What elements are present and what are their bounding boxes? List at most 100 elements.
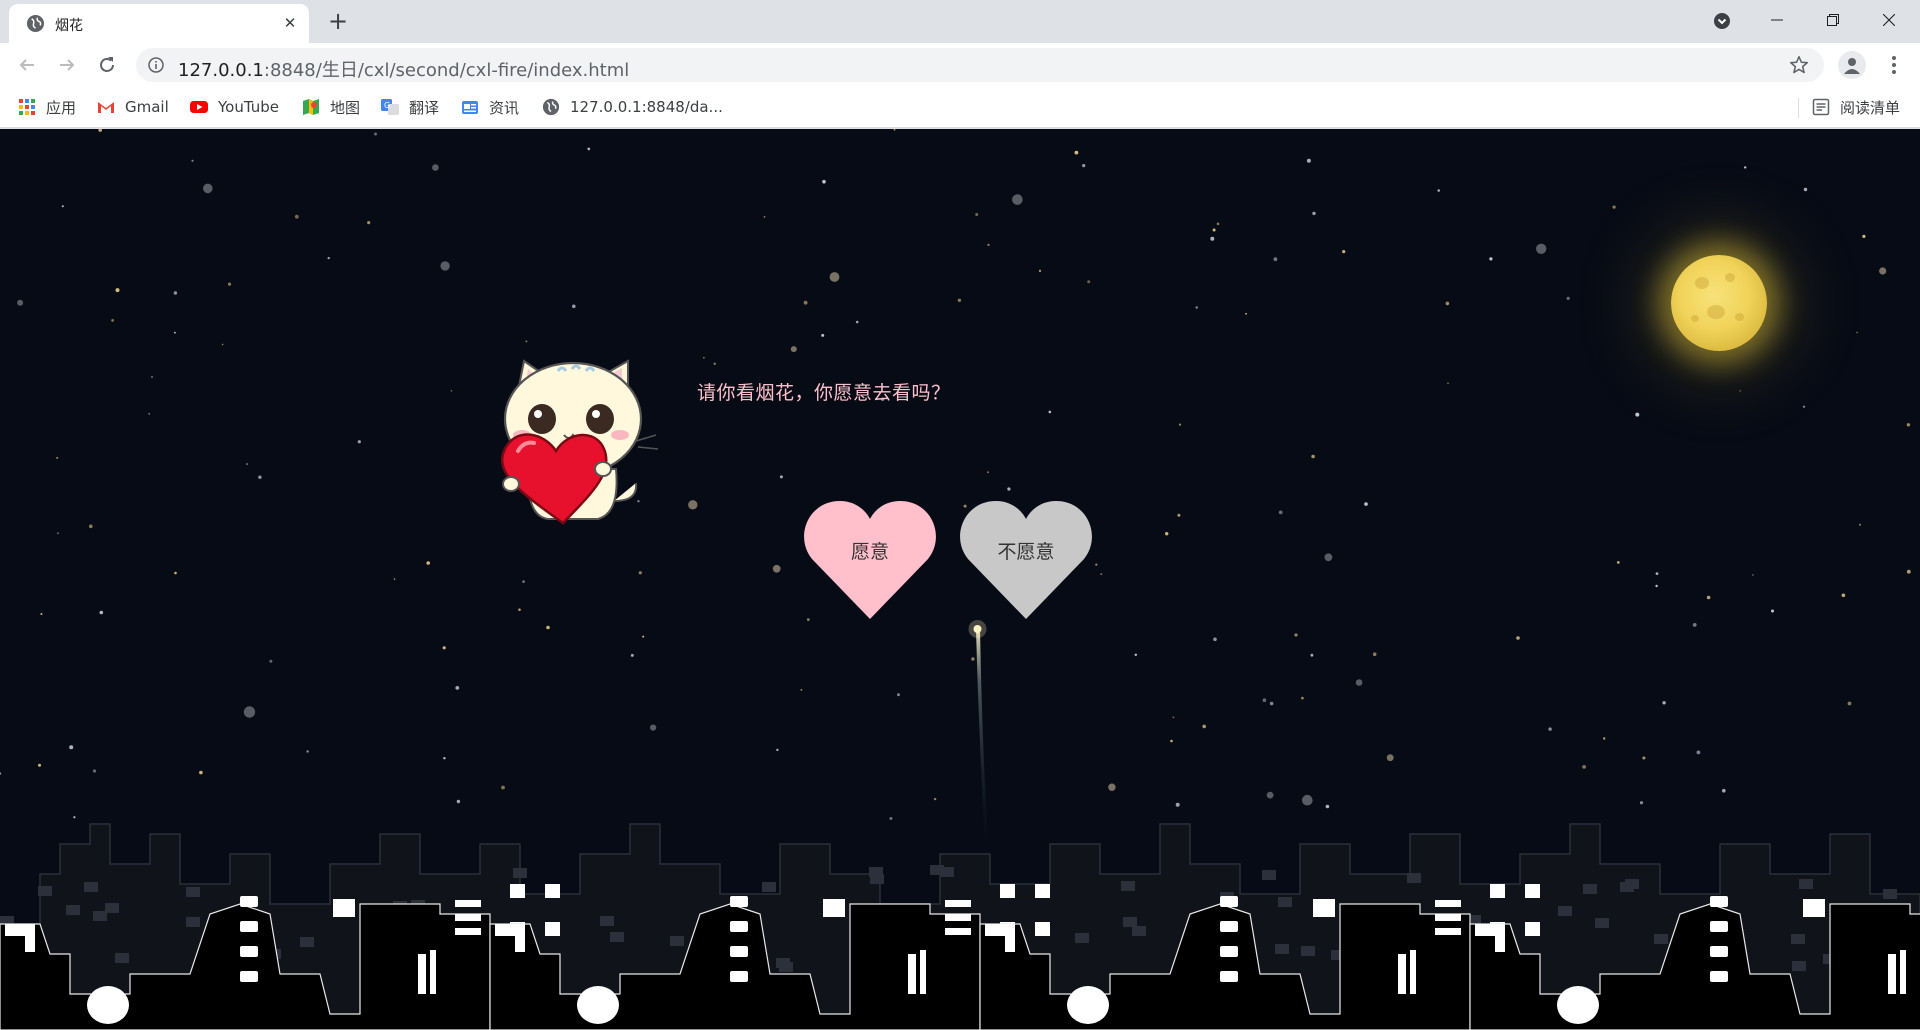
window <box>1791 934 1805 944</box>
star <box>1692 623 1697 627</box>
window <box>1883 889 1897 899</box>
forward-button[interactable] <box>53 51 81 79</box>
yes-button[interactable]: 愿意 <box>804 499 936 619</box>
close-window-button[interactable] <box>1866 4 1912 36</box>
star <box>327 256 330 260</box>
lit-round-window <box>577 986 619 1024</box>
star <box>803 300 808 305</box>
lit-window <box>1220 971 1238 982</box>
star <box>1858 523 1862 526</box>
city-skyline <box>0 823 1920 1030</box>
window <box>93 911 107 921</box>
tab-title: 烟花 <box>55 18 83 34</box>
star <box>642 635 645 638</box>
url-text[interactable]: 127.0.0.1:8848/生日/cxl/second/cxl-fire/in… <box>178 56 629 82</box>
browser-tab[interactable]: 烟花 ✕ <box>9 4 309 43</box>
bookmark-gmail[interactable]: Gmail <box>97 95 169 119</box>
reload-button[interactable] <box>93 51 121 79</box>
tab-search-icon[interactable] <box>1712 11 1732 31</box>
profile-avatar-icon <box>1844 58 1860 74</box>
star <box>1273 257 1278 262</box>
bookmark-youtube[interactable]: YouTube <box>190 95 279 119</box>
star <box>829 272 840 282</box>
star <box>1655 572 1659 575</box>
window <box>1792 961 1806 971</box>
star <box>703 357 705 359</box>
star <box>258 475 262 479</box>
bookmark-local[interactable]: 127.0.0.1:8848/da... <box>542 95 723 119</box>
star <box>1635 412 1640 417</box>
no-button[interactable]: 不愿意 <box>960 499 1092 619</box>
star <box>1312 211 1316 216</box>
bookmark-apps[interactable]: 应用 <box>18 95 76 119</box>
star <box>357 440 361 444</box>
apps-grid-icon <box>19 99 35 115</box>
star <box>246 463 248 465</box>
bookmark-news[interactable]: 资讯 <box>461 95 519 119</box>
star <box>1172 716 1175 719</box>
window <box>1278 897 1292 907</box>
browser-menu-button[interactable] <box>1880 51 1908 79</box>
lit-window <box>1398 954 1406 994</box>
lit-window <box>908 954 916 994</box>
star <box>587 147 591 151</box>
info-icon[interactable] <box>148 57 164 73</box>
star <box>1210 236 1215 241</box>
url-host: 127.0.0.1 <box>178 60 264 81</box>
star <box>1856 331 1858 334</box>
browser-toolbar: 127.0.0.1:8848/生日/cxl/second/cxl-fire/in… <box>0 43 1920 86</box>
new-tab-button[interactable]: + <box>325 9 351 35</box>
star <box>92 769 97 773</box>
invitation-question: 请你看烟花，你愿意去看吗？ <box>697 382 951 404</box>
star <box>525 340 528 343</box>
bookmark-star-icon[interactable] <box>1788 54 1810 76</box>
bookmark-translate[interactable]: G 翻译 <box>381 95 439 119</box>
reading-list-button[interactable]: 阅读清单 <box>1812 95 1900 119</box>
lit-window <box>545 884 560 898</box>
restore-button[interactable] <box>1810 4 1856 36</box>
lit-window <box>455 900 481 907</box>
star <box>1372 652 1377 656</box>
star <box>1548 727 1552 731</box>
profile-button[interactable] <box>1838 51 1866 79</box>
window <box>1654 934 1668 944</box>
globe-icon <box>542 98 560 116</box>
star <box>1007 487 1011 491</box>
star <box>1074 150 1079 155</box>
window <box>1275 944 1289 954</box>
lit-round-window <box>1067 986 1109 1024</box>
star <box>1082 164 1086 168</box>
bookmark-label: YouTube <box>218 98 279 116</box>
minimize-button[interactable] <box>1754 4 1800 36</box>
star <box>1616 561 1620 564</box>
star <box>374 132 377 136</box>
star <box>227 282 232 286</box>
page-viewport: 请你看烟花，你愿意去看吗？ 愿意 不愿意 <box>0 129 1920 1030</box>
address-bar[interactable]: 127.0.0.1:8848/生日/cxl/second/cxl-fire/in… <box>136 48 1824 82</box>
translate-icon: G <box>381 99 399 115</box>
star <box>40 613 43 615</box>
star <box>1906 569 1911 574</box>
star <box>1364 502 1368 506</box>
star <box>572 304 576 309</box>
star <box>1269 701 1274 706</box>
window <box>115 953 129 963</box>
lit-window <box>455 928 481 935</box>
star <box>1752 574 1754 576</box>
window <box>1595 918 1609 928</box>
window <box>1625 879 1639 889</box>
star <box>199 770 203 775</box>
close-tab-icon[interactable]: ✕ <box>280 13 300 33</box>
star <box>1262 698 1267 702</box>
lit-window <box>730 896 748 907</box>
star <box>0 772 2 775</box>
bookmark-label: 应用 <box>46 98 77 117</box>
star <box>174 331 176 334</box>
star <box>455 686 460 690</box>
lit-window <box>545 922 560 936</box>
lit-window <box>1035 884 1050 898</box>
back-button[interactable] <box>13 51 41 79</box>
star <box>1178 423 1182 426</box>
star <box>1212 228 1216 232</box>
bookmark-maps[interactable]: 地图 <box>302 95 360 119</box>
